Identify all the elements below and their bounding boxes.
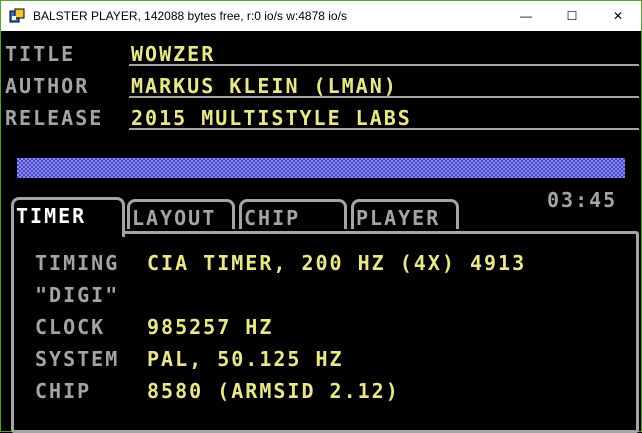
system-label: SYSTEM (35, 347, 120, 371)
chip-value: 8580 (ARMSID 2.12) (147, 379, 400, 403)
clock-value: 985257 HZ (147, 315, 274, 339)
tab-chip-label: CHIP (244, 206, 301, 230)
song-release: 2015 MULTISTYLE LABS (131, 106, 412, 130)
release-label: RELEASE (5, 106, 104, 130)
minimize-icon: — (520, 9, 532, 23)
maximize-icon: ☐ (566, 9, 578, 23)
tab-timer[interactable]: TIMER (11, 197, 125, 237)
tab-player[interactable]: PLAYER (351, 199, 459, 229)
app-icon (9, 8, 25, 23)
checker-divider (17, 158, 625, 178)
release-underline (129, 128, 639, 130)
maximize-button[interactable]: ☐ (549, 1, 595, 31)
author-label: AUTHOR (5, 74, 90, 98)
author-underline (129, 96, 639, 98)
play-time: 03:45 (547, 188, 618, 212)
window-title: BALSTER PLAYER, 142088 bytes free, r:0 i… (33, 9, 347, 23)
close-icon: ✕ (612, 9, 624, 23)
title-underline (129, 64, 639, 66)
player-screen: TITLE WOWZER AUTHOR MARKUS KLEIN (LMAN) … (1, 31, 641, 433)
digi-label: "DIGI" (35, 283, 120, 307)
song-title: WOWZER (131, 42, 216, 66)
player-window: BALSTER PLAYER, 142088 bytes free, r:0 i… (0, 0, 642, 433)
chip-label: CHIP (35, 379, 92, 403)
title-label: TITLE (5, 42, 76, 66)
timing-value: CIA TIMER, 200 HZ (4X) 4913 (147, 251, 527, 275)
tab-chip[interactable]: CHIP (239, 199, 347, 229)
tab-timer-label: TIMER (16, 204, 87, 228)
title-bar[interactable]: BALSTER PLAYER, 142088 bytes free, r:0 i… (1, 1, 641, 31)
tab-layout-label: LAYOUT (132, 206, 217, 230)
tab-player-label: PLAYER (356, 206, 441, 230)
system-value: PAL, 50.125 HZ (147, 347, 344, 371)
tab-layout[interactable]: LAYOUT (127, 199, 235, 229)
minimize-button[interactable]: — (503, 1, 549, 31)
close-button[interactable]: ✕ (595, 1, 641, 31)
clock-label: CLOCK (35, 315, 106, 339)
song-author: MARKUS KLEIN (LMAN) (131, 74, 398, 98)
timing-label: TIMING (35, 251, 120, 275)
